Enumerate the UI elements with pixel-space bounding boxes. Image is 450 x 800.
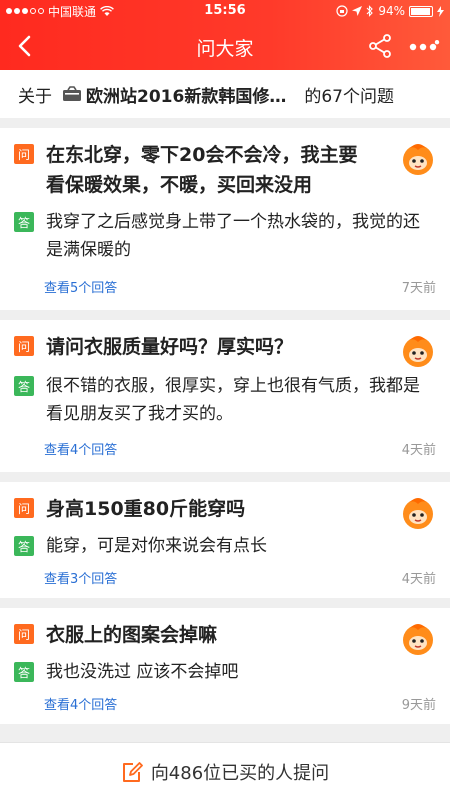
location-icon [352,5,363,16]
view-answers-link[interactable]: 查看5个回答 [44,277,117,296]
wifi-icon [100,5,114,16]
carrier-label: 中国联通 [48,4,97,19]
question-count: 的67个问题 [304,86,394,107]
question-card[interactable]: 问 衣服上的图案会掉嘛 答 我也没洗过 应该不会掉吧 查看4个回答 9天前 [0,608,450,724]
question-card[interactable]: 问 身高150重80斤能穿吗 答 能穿，可是对你来说会有点长 查看3个回答 4天… [0,482,450,598]
question-time: 7天前 [401,280,436,296]
ask-buyers-button[interactable]: 向486位已买的人提问 [0,742,450,800]
answer-tag: 答 [14,376,34,396]
answer-text: 我也没洗过 应该不会掉吧 [46,662,239,682]
ask-buyers-label: 向486位已买的人提问 [150,762,330,784]
share-icon [369,34,391,58]
question-tag: 问 [14,144,34,164]
answer-tag: 答 [14,536,34,556]
question-tag: 问 [14,336,34,356]
status-bar: 中国联通 15:56 94% [0,0,450,22]
avatar-icon [403,144,433,175]
more-button[interactable] [406,32,442,60]
product-tag-icon [63,86,81,101]
signal-icon [6,8,44,14]
question-text: 身高150重80斤能穿吗 [46,498,246,520]
answer-tag: 答 [14,662,34,682]
question-card[interactable]: 问 在东北穿，零下20会不会冷，我主要看保暖效果，不暖，买回来没用 答 我穿了之… [0,128,450,310]
rotation-lock-icon [336,5,348,17]
edit-icon [122,761,143,782]
avatar-icon [403,498,433,529]
status-time: 15:56 [204,3,246,18]
question-text: 衣服上的图案会掉嘛 [46,624,218,646]
avatar-icon [403,624,433,655]
question-text: 在东北穿，零下20会不会冷，我主要看保暖效果，不暖，买回来没用 [46,144,358,196]
question-card[interactable]: 问 请问衣服质量好吗？厚实吗？ 答 很不错的衣服，很厚实，穿上也很有气质，我都是… [0,320,450,472]
answer-text: 能穿，可是对你来说会有点长 [46,536,267,556]
question-tag: 问 [14,498,34,518]
view-answers-link[interactable]: 查看4个回答 [44,439,117,458]
answer-text: 很不错的衣服，很厚实，穿上也很有气质，我都是看见朋友买了我才买的。 [46,376,420,424]
question-time: 4天前 [401,442,436,458]
avatar-icon [403,336,433,367]
question-tag: 问 [14,624,34,644]
nav-bar: 问大家 [0,22,450,70]
view-answers-link[interactable]: 查看4个回答 [44,694,117,713]
product-summary[interactable]: 关于 欧洲站2016新款韩国修… 的67个问题 [0,70,450,118]
battery-icon [409,5,433,17]
question-text: 请问衣服质量好吗？厚实吗？ [46,336,294,358]
answer-text: 我穿了之后感觉身上带了一个热水袋的，我觉的还是满保暖的 [46,212,420,260]
about-prefix: 关于 [18,86,52,107]
bluetooth-icon [366,5,374,17]
question-time: 9天前 [401,697,436,713]
share-button[interactable] [366,32,394,60]
question-list: 问 在东北穿，零下20会不会冷，我主要看保暖效果，不暖，买回来没用 答 我穿了之… [0,118,450,724]
more-dots-icon [409,40,440,51]
battery-percent: 94% [378,4,405,18]
view-answers-link[interactable]: 查看3个回答 [44,568,117,587]
charging-icon [437,5,444,17]
product-name: 欧洲站2016新款韩国修… [86,86,287,107]
question-time: 4天前 [401,571,436,587]
answer-tag: 答 [14,212,34,232]
app-header: 中国联通 15:56 94% 问大家 [0,0,450,70]
